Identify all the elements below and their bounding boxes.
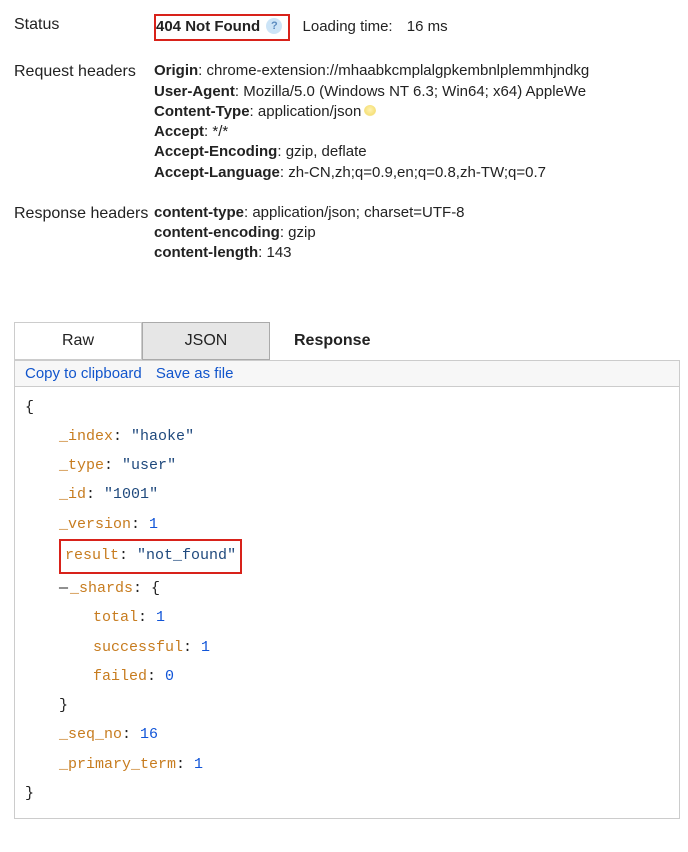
header-row: Accept: */*: [154, 122, 680, 142]
collapse-toggle-icon[interactable]: —: [59, 580, 68, 597]
response-headers-list: content-type: application/json; charset=…: [154, 203, 680, 264]
tab-json[interactable]: JSON: [142, 322, 270, 360]
header-row: Origin: chrome-extension://mhaabkcmplalg…: [154, 61, 680, 81]
header-row: User-Agent: Mozilla/5.0 (Windows NT 6.3;…: [154, 82, 680, 102]
bulb-icon[interactable]: [364, 105, 376, 117]
header-row: content-encoding: gzip: [154, 223, 680, 243]
response-headers-label: Response headers: [14, 203, 154, 225]
header-row: Accept-Encoding: gzip, deflate: [154, 142, 680, 162]
result-highlight: result: not_found: [59, 539, 242, 574]
header-row: content-type: application/json; charset=…: [154, 203, 680, 223]
header-row: Content-Type: application/json: [154, 102, 680, 122]
save-as-file-link[interactable]: Save as file: [156, 365, 234, 382]
json-response-body: { _index: haoke _type: user _id: 1001 _v…: [14, 386, 680, 820]
copy-to-clipboard-link[interactable]: Copy to clipboard: [25, 365, 142, 382]
request-headers-list: Origin: chrome-extension://mhaabkcmplalg…: [154, 61, 680, 183]
help-icon[interactable]: ?: [266, 18, 282, 34]
response-title: Response: [294, 332, 370, 350]
status-label: Status: [14, 14, 154, 36]
status-highlight: 404 Not Found ?: [154, 14, 290, 41]
loading-time-label: Loading time:: [303, 18, 393, 35]
status-value: 404 Not Found: [156, 18, 260, 35]
header-row: Accept-Language: zh-CN,zh;q=0.9,en;q=0.8…: [154, 163, 680, 183]
loading-time-value: 16 ms: [407, 18, 448, 35]
tab-raw[interactable]: Raw: [14, 322, 142, 360]
request-headers-label: Request headers: [14, 61, 154, 83]
header-row: content-length: 143: [154, 243, 680, 263]
